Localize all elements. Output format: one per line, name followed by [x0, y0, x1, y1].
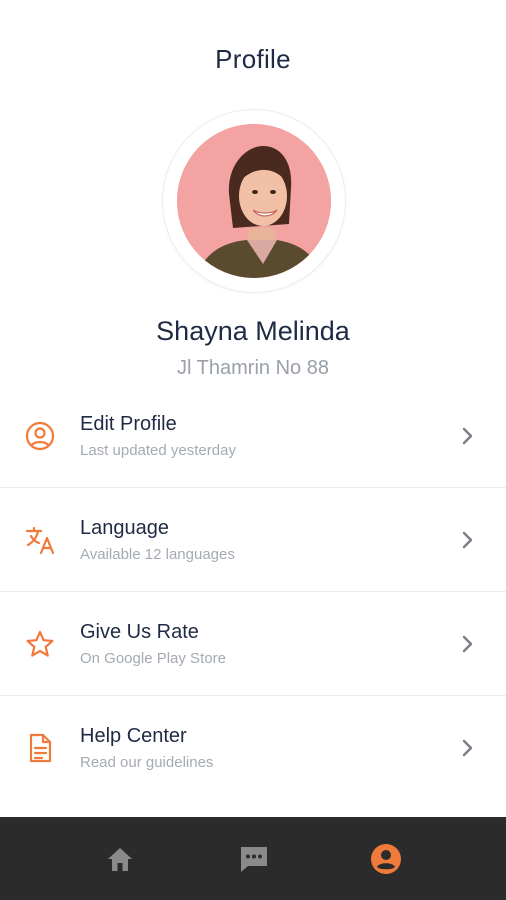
nav-profile-button[interactable]	[368, 841, 404, 877]
chevron-right-icon	[460, 736, 476, 760]
chevron-right-icon	[460, 632, 476, 656]
menu-item-edit-profile[interactable]: Edit Profile Last updated yesterday	[0, 384, 506, 488]
menu-item-rate[interactable]: Give Us Rate On Google Play Store	[0, 592, 506, 696]
star-icon	[24, 628, 56, 660]
menu-item-subtitle: Read our guidelines	[80, 754, 214, 771]
chevron-right-icon	[460, 424, 476, 448]
avatar	[177, 124, 331, 278]
account-icon	[371, 844, 401, 874]
page-title: Profile	[215, 44, 291, 74]
nav-chat-button[interactable]	[236, 841, 272, 877]
menu-item-label: Edit Profile	[80, 413, 177, 435]
profile-address: Jl Thamrin No 88	[177, 357, 329, 379]
document-icon	[24, 732, 56, 764]
settings-menu: Edit Profile Last updated yesterday Lang…	[0, 384, 506, 800]
menu-item-label: Language	[80, 517, 169, 539]
profile-name: Shayna Melinda	[156, 316, 350, 346]
avatar-frame[interactable]	[163, 110, 345, 292]
menu-item-language[interactable]: Language Available 12 languages	[0, 488, 506, 592]
chat-icon	[241, 847, 267, 872]
menu-item-label: Give Us Rate	[80, 621, 199, 643]
menu-item-label: Help Center	[80, 725, 187, 747]
user-circle-icon	[24, 420, 56, 452]
menu-item-subtitle: Last updated yesterday	[80, 442, 236, 459]
nav-home-button[interactable]	[102, 841, 138, 877]
menu-item-subtitle: Available 12 languages	[80, 546, 235, 563]
menu-item-help-center[interactable]: Help Center Read our guidelines	[0, 696, 506, 800]
translate-icon	[24, 524, 56, 556]
avatar-photo	[177, 124, 331, 278]
chevron-right-icon	[460, 528, 476, 552]
home-icon	[108, 848, 132, 871]
bottom-navigation	[0, 817, 506, 900]
menu-item-subtitle: On Google Play Store	[80, 650, 226, 667]
